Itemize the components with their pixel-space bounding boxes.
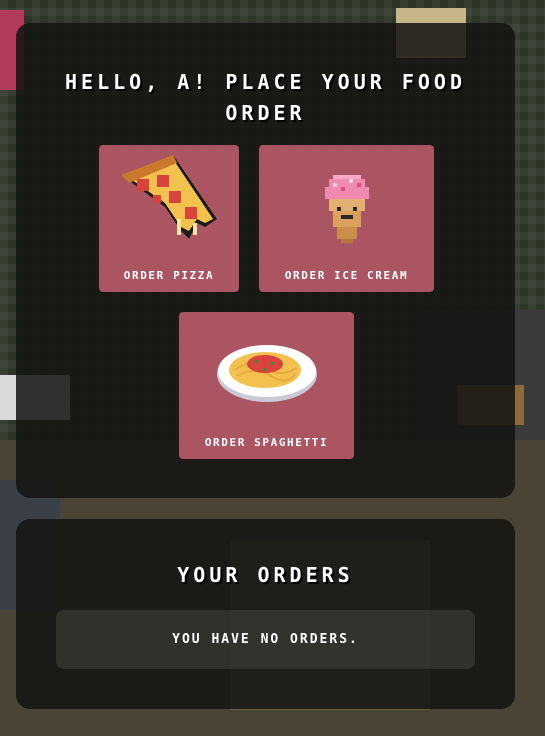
order-ice-cream-button[interactable]: Order Ice Cream bbox=[259, 145, 434, 292]
order-panel-title: Hello, A! Place your food order bbox=[64, 70, 467, 125]
spaghetti-icon bbox=[179, 340, 354, 404]
empty-orders-message: You have no orders. bbox=[56, 610, 475, 669]
order-spaghetti-label: Order Spaghetti bbox=[204, 436, 329, 449]
ice-cream-icon bbox=[259, 175, 434, 247]
order-pizza-label: Order Pizza bbox=[123, 269, 215, 282]
food-order-panel: Hello, A! Place your food order Order Pi… bbox=[16, 23, 515, 498]
order-pizza-button[interactable]: Order Pizza bbox=[99, 145, 239, 292]
pizza-icon bbox=[99, 151, 239, 247]
your-orders-panel: Your Orders You have no orders. bbox=[16, 519, 515, 709]
order-ice-cream-label: Order Ice Cream bbox=[284, 269, 409, 282]
order-spaghetti-button[interactable]: Order Spaghetti bbox=[179, 312, 354, 459]
orders-panel-title: Your Orders bbox=[177, 563, 354, 587]
